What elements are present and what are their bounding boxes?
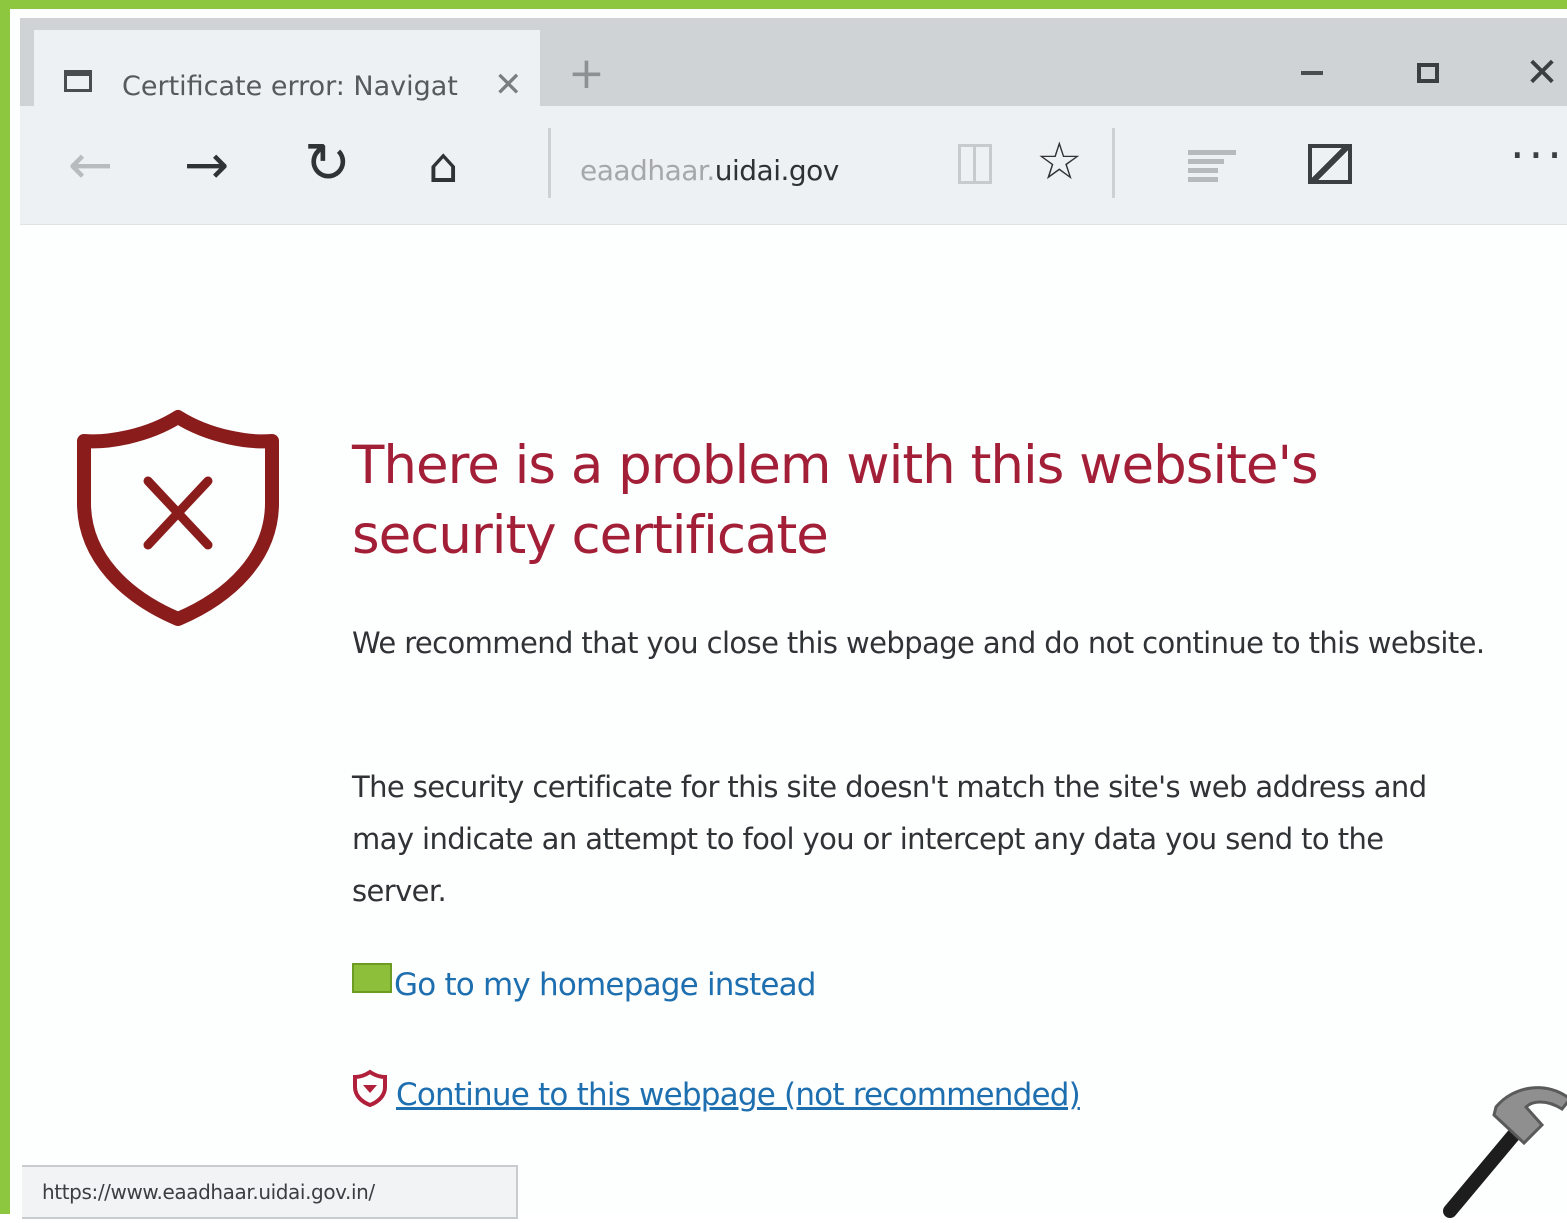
hammer-icon (1443, 1086, 1567, 1218)
minimize-button[interactable] (1282, 48, 1342, 98)
hub-icon[interactable] (1188, 150, 1236, 182)
red-shield-icon (353, 1069, 387, 1107)
address-domain: uidai.gov (714, 154, 840, 187)
homepage-link-text[interactable]: Go to my homepage instead (394, 967, 817, 1003)
more-options-icon[interactable]: ··· (1510, 132, 1566, 178)
green-home-icon (352, 963, 392, 993)
close-window-button[interactable]: ✕ (1512, 48, 1567, 98)
tab-page-icon (64, 70, 92, 92)
tab-strip: Certificate error: Navigat ✕ + ✕ (20, 18, 1567, 106)
address-bar[interactable]: eaadhaar.uidai.gov (580, 154, 839, 187)
homepage-link[interactable]: Go to my homepage instead (352, 963, 817, 1003)
favorite-star-icon[interactable]: ☆ (1036, 136, 1083, 188)
web-note-icon[interactable] (1308, 144, 1352, 184)
status-url: https://www.eaadhaar.uidai.gov.in/ (42, 1180, 375, 1204)
back-arrow-icon[interactable]: ← (68, 138, 113, 192)
browser-window: Certificate error: Navigat ✕ + ✕ ← → ↻ ⌂… (0, 0, 1567, 1219)
shield-x-icon (77, 410, 279, 626)
recommendation-text: We recommend that you close this webpage… (352, 626, 1485, 660)
tab-close-icon[interactable]: ✕ (494, 68, 523, 102)
error-heading: There is a problem with this website's s… (352, 435, 1319, 566)
navigation-toolbar: ← → ↻ ⌂ eaadhaar.uidai.gov ☆ ··· (20, 106, 1567, 225)
explanation-text: The security certificate for this site d… (352, 770, 1427, 908)
refresh-icon[interactable]: ↻ (304, 136, 351, 192)
new-tab-icon[interactable]: + (568, 52, 605, 96)
home-icon[interactable]: ⌂ (428, 142, 458, 190)
address-subdomain: eaadhaar. (580, 154, 715, 187)
continue-link[interactable]: Continue to this webpage (not recommende… (352, 1069, 1081, 1113)
continue-link-text[interactable]: Continue to this webpage (not recommende… (396, 1077, 1081, 1113)
active-tab[interactable]: Certificate error: Navigat ✕ (34, 30, 540, 106)
tab-title: Certificate error: Navigat (122, 71, 458, 102)
forward-arrow-icon[interactable]: → (184, 138, 229, 192)
reading-view-icon[interactable] (958, 144, 992, 184)
toolbar-divider (1112, 128, 1115, 198)
maximize-button[interactable] (1398, 48, 1458, 98)
address-bar-divider (548, 128, 551, 198)
status-bar: https://www.eaadhaar.uidai.gov.in/ (22, 1165, 518, 1219)
